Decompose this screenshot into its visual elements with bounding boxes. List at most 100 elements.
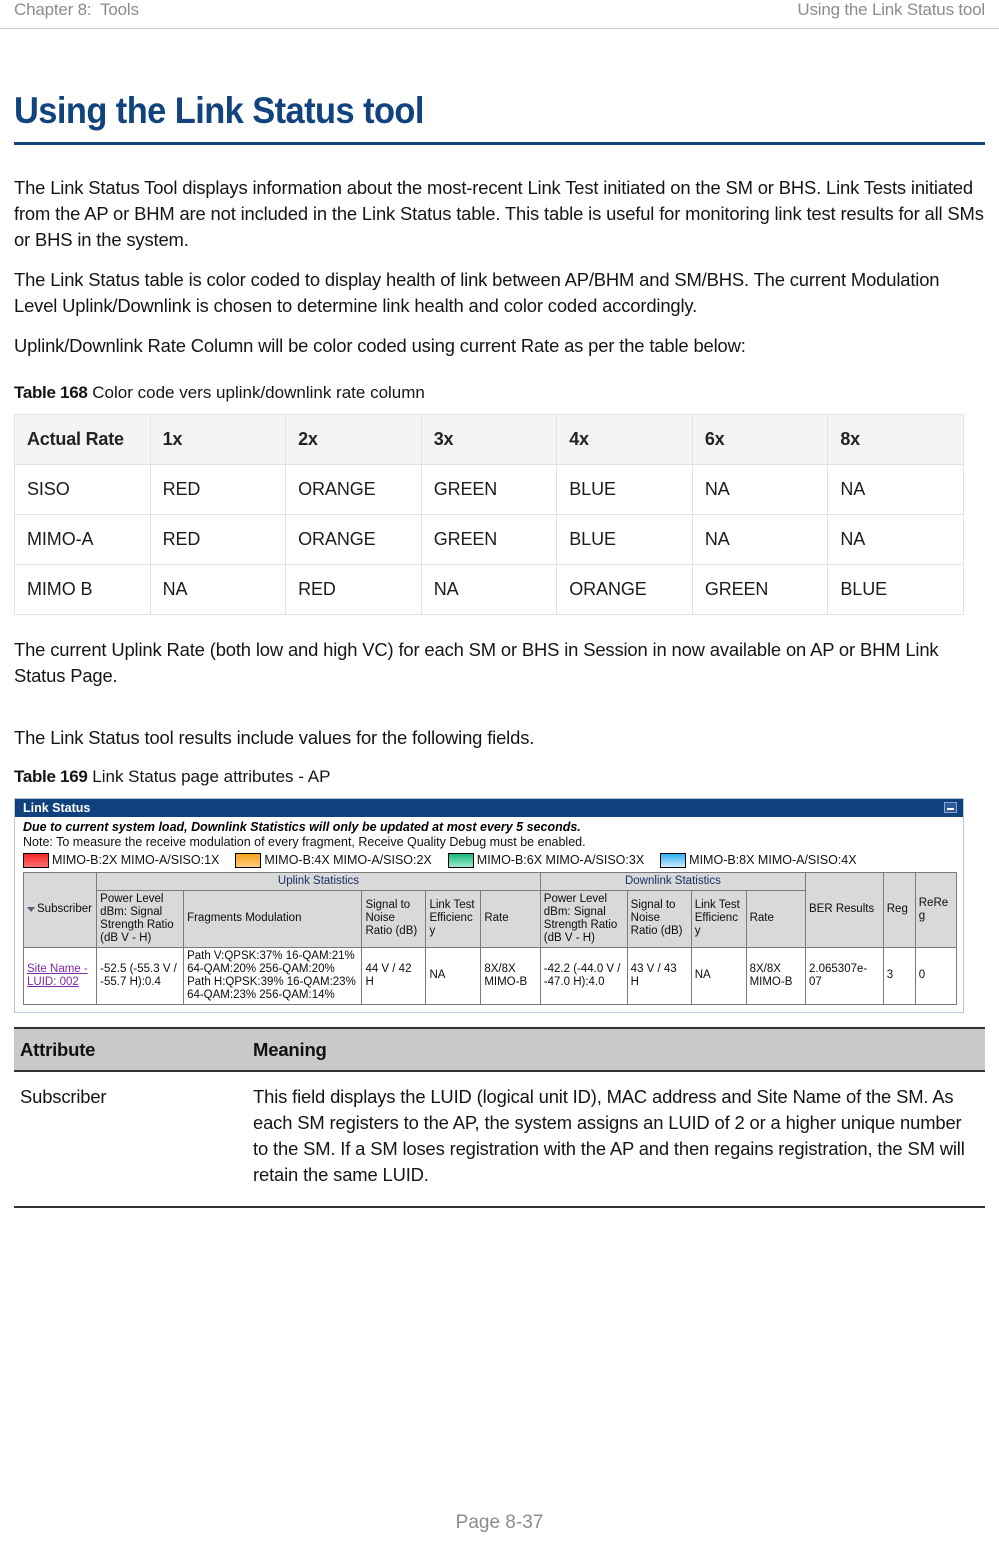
column-header-fragments-modulation[interactable]: Fragments Modulation xyxy=(183,889,363,948)
row-label-mimo-a: MIMO-A xyxy=(14,513,151,565)
column-header-4x: 4x xyxy=(556,413,693,465)
page-content: Using the Link Status tool The Link Stat… xyxy=(14,30,985,1208)
cell-mimo-b-2x: RED xyxy=(285,563,422,615)
sort-descending-icon[interactable] xyxy=(27,906,35,912)
column-header-uplink-link-test-efficiency[interactable]: Link Test Efficiency xyxy=(425,889,482,948)
legend-swatch-orange-icon xyxy=(235,852,262,868)
table-row: SISO RED ORANGE GREEN BLUE NA NA xyxy=(14,463,964,515)
column-header-downlink-power-level[interactable]: Power Level dBm: Signal Strength Ratio (… xyxy=(539,889,628,948)
minimize-icon[interactable] xyxy=(944,801,957,813)
link-status-warning-text: Due to current system load, Downlink Sta… xyxy=(23,819,581,834)
cell-uplink-rate: 8X/8X MIMO-B xyxy=(480,946,541,1005)
legend-swatch-red-icon xyxy=(23,852,49,868)
link-status-table: Subscriber Uplink Statistics Downlink St… xyxy=(22,871,958,1005)
column-header-rereg[interactable]: ReReg xyxy=(914,871,958,948)
column-header-reg[interactable]: Reg xyxy=(882,871,916,948)
column-header-meaning: Meaning xyxy=(247,1026,985,1072)
column-header-subscriber-label: Subscriber xyxy=(37,903,92,916)
page-footer: Page 8-37 xyxy=(0,1512,999,1534)
cell-mimo-b-3x: NA xyxy=(420,563,558,615)
intro-paragraph-3: Uplink/Downlink Rate Column will be colo… xyxy=(14,334,746,356)
cell-siso-2x: ORANGE xyxy=(285,463,422,515)
intro-paragraph-1: The Link Status Tool displays informatio… xyxy=(14,176,984,250)
link-status-window-titlebar: Link Status xyxy=(15,798,963,817)
running-header: Chapter 8: Tools Using the Link Status t… xyxy=(0,0,999,26)
cell-downlink-snr: 43 V / 43 H xyxy=(626,946,692,1005)
header-section-label: Using the Link Status tool xyxy=(797,0,985,19)
column-header-1x: 1x xyxy=(149,413,287,465)
cell-fragments-modulation: Path V:QPSK:37% 16-QAM:21% 64-QAM:20% 25… xyxy=(183,946,363,1005)
table-row: MIMO B NA RED NA ORANGE GREEN BLUE xyxy=(14,563,964,615)
legend-label-green: MIMO-B:6X MIMO-A/SISO:3X xyxy=(476,853,645,868)
uplink-rate-paragraph: The current Uplink Rate (both low and hi… xyxy=(14,638,939,686)
cell-uplink-snr: 44 V / 42 H xyxy=(361,946,427,1005)
cell-downlink-link-test-efficiency: NA xyxy=(690,946,747,1005)
table-169-label: Table 169 xyxy=(14,766,88,786)
table-168-caption: Table 168 Color code vers uplink/downlin… xyxy=(14,381,985,404)
column-header-attribute: Attribute xyxy=(14,1026,248,1072)
row-label-mimo-b: MIMO B xyxy=(14,563,151,615)
legend-swatch-blue-icon xyxy=(660,852,687,868)
legend-label-red: MIMO-B:2X MIMO-A/SISO:1X xyxy=(52,853,220,868)
cell-mimo-a-4x: BLUE xyxy=(556,513,693,565)
cell-siso-6x: NA xyxy=(691,463,829,515)
legend-label-blue: MIMO-B:8X MIMO-A/SISO:4X xyxy=(689,853,857,868)
attributes-header-row: Attribute Meaning xyxy=(14,1026,985,1072)
column-header-downlink-link-test-efficiency[interactable]: Link Test Efficiency xyxy=(690,889,747,948)
fields-intro-paragraph: The Link Status tool results include val… xyxy=(14,726,535,748)
intro-paragraph-2: The Link Status table is color coded to … xyxy=(14,268,940,316)
table-169-caption: Table 169 Link Status page attributes - … xyxy=(14,765,985,788)
legend-swatch-green-icon xyxy=(447,852,474,868)
legend-label-orange: MIMO-B:4X MIMO-A/SISO:2X xyxy=(264,853,432,868)
page-number: Page 8-37 xyxy=(455,1512,544,1533)
link-status-screenshot: Link Status Due to current system load, … xyxy=(14,797,964,1013)
attributes-table: Attribute Meaning Subscriber This field … xyxy=(14,1026,985,1208)
page-title: Using the Link Status tool xyxy=(14,90,424,131)
cell-uplink-link-test-efficiency: NA xyxy=(425,946,482,1005)
column-header-6x: 6x xyxy=(691,413,829,465)
column-header-3x: 3x xyxy=(420,413,558,465)
cell-meaning-subscriber: This field displays the LUID (logical un… xyxy=(247,1070,985,1208)
cell-reg: 3 xyxy=(882,946,916,1005)
legend-item-orange: MIMO-B:4X MIMO-A/SISO:2X xyxy=(235,852,432,868)
cell-mimo-b-4x: ORANGE xyxy=(556,563,693,615)
table-168-caption-text: Color code vers uplink/downlink rate col… xyxy=(92,382,425,402)
subscriber-link[interactable]: Site Name - LUID: 002 xyxy=(27,963,88,988)
column-header-8x: 8x xyxy=(827,413,964,465)
cell-ber-results: 2.065307e-07 xyxy=(805,946,884,1005)
cell-attribute-subscriber: Subscriber xyxy=(14,1070,248,1208)
modulation-legend: MIMO-B:2X MIMO-A/SISO:1X MIMO-B:4X MIMO-… xyxy=(23,852,957,868)
column-header-downlink-rate[interactable]: Rate xyxy=(745,889,807,948)
cell-siso-1x: RED xyxy=(149,463,287,515)
cell-uplink-power-level: -52.5 (-55.3 V / -55.7 H):0.4 xyxy=(96,946,185,1005)
cell-siso-4x: BLUE xyxy=(556,463,693,515)
group-header-uplink-statistics: Uplink Statistics xyxy=(96,871,541,891)
cell-mimo-a-3x: GREEN xyxy=(420,513,558,565)
column-header-downlink-snr[interactable]: Signal to Noise Ratio (dB) xyxy=(626,889,692,948)
column-header-subscriber[interactable]: Subscriber xyxy=(22,871,98,948)
column-header-ber-results[interactable]: BER Results xyxy=(805,871,884,948)
column-header-uplink-power-level[interactable]: Power Level dBm: Signal Strength Ratio (… xyxy=(96,889,185,948)
table-168-label: Table 168 xyxy=(14,382,88,402)
table-row: MIMO-A RED ORANGE GREEN BLUE NA NA xyxy=(14,513,964,565)
table-header-row: Actual Rate 1x 2x 3x 4x 6x 8x xyxy=(14,413,964,465)
cell-subscriber[interactable]: Site Name - LUID: 002 xyxy=(22,946,98,1005)
cell-rereg: 0 xyxy=(914,946,958,1005)
cell-mimo-b-8x: BLUE xyxy=(827,563,964,615)
column-header-uplink-rate[interactable]: Rate xyxy=(480,889,541,948)
header-divider xyxy=(0,28,999,29)
cell-mimo-b-6x: GREEN xyxy=(691,563,829,615)
column-header-uplink-snr[interactable]: Signal to Noise Ratio (dB) xyxy=(361,889,427,948)
cell-mimo-a-1x: RED xyxy=(149,513,287,565)
legend-item-green: MIMO-B:6X MIMO-A/SISO:3X xyxy=(447,852,645,868)
group-header-downlink-statistics: Downlink Statistics xyxy=(539,871,807,891)
column-header-2x: 2x xyxy=(285,413,422,465)
link-status-table-row: Site Name - LUID: 002 -52.5 (-55.3 V / -… xyxy=(22,946,958,1005)
row-label-siso: SISO xyxy=(14,463,151,515)
legend-item-red: MIMO-B:2X MIMO-A/SISO:1X xyxy=(23,852,220,868)
link-status-window-body: Due to current system load, Downlink Sta… xyxy=(15,817,963,1012)
